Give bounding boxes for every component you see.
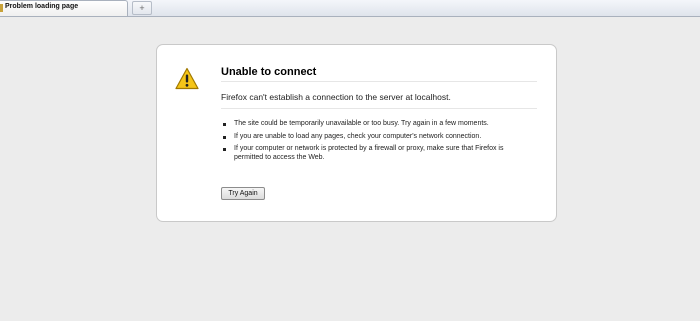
suggestion-item: If your computer or network is protected… xyxy=(223,145,533,162)
try-again-button[interactable]: Try Again xyxy=(221,187,265,200)
warning-icon xyxy=(175,67,199,90)
error-suggestions-list: The site could be temporarily unavailabl… xyxy=(223,120,533,166)
new-tab-button[interactable]: + xyxy=(132,1,152,15)
plus-icon: + xyxy=(139,3,145,13)
tab-problem-loading-page[interactable]: Problem loading page xyxy=(0,0,128,16)
error-title: Unable to connect xyxy=(221,66,537,82)
warning-favicon-icon xyxy=(0,4,3,12)
suggestion-item: The site could be temporarily unavailabl… xyxy=(223,120,533,129)
error-page-container: Unable to connect Firefox can't establis… xyxy=(156,44,557,222)
suggestion-item: If you are unable to load any pages, che… xyxy=(223,133,533,142)
tab-label: Problem loading page xyxy=(5,3,79,10)
error-description: Firefox can't establish a connection to … xyxy=(221,92,537,109)
tab-bar: Problem loading page + xyxy=(0,0,700,17)
